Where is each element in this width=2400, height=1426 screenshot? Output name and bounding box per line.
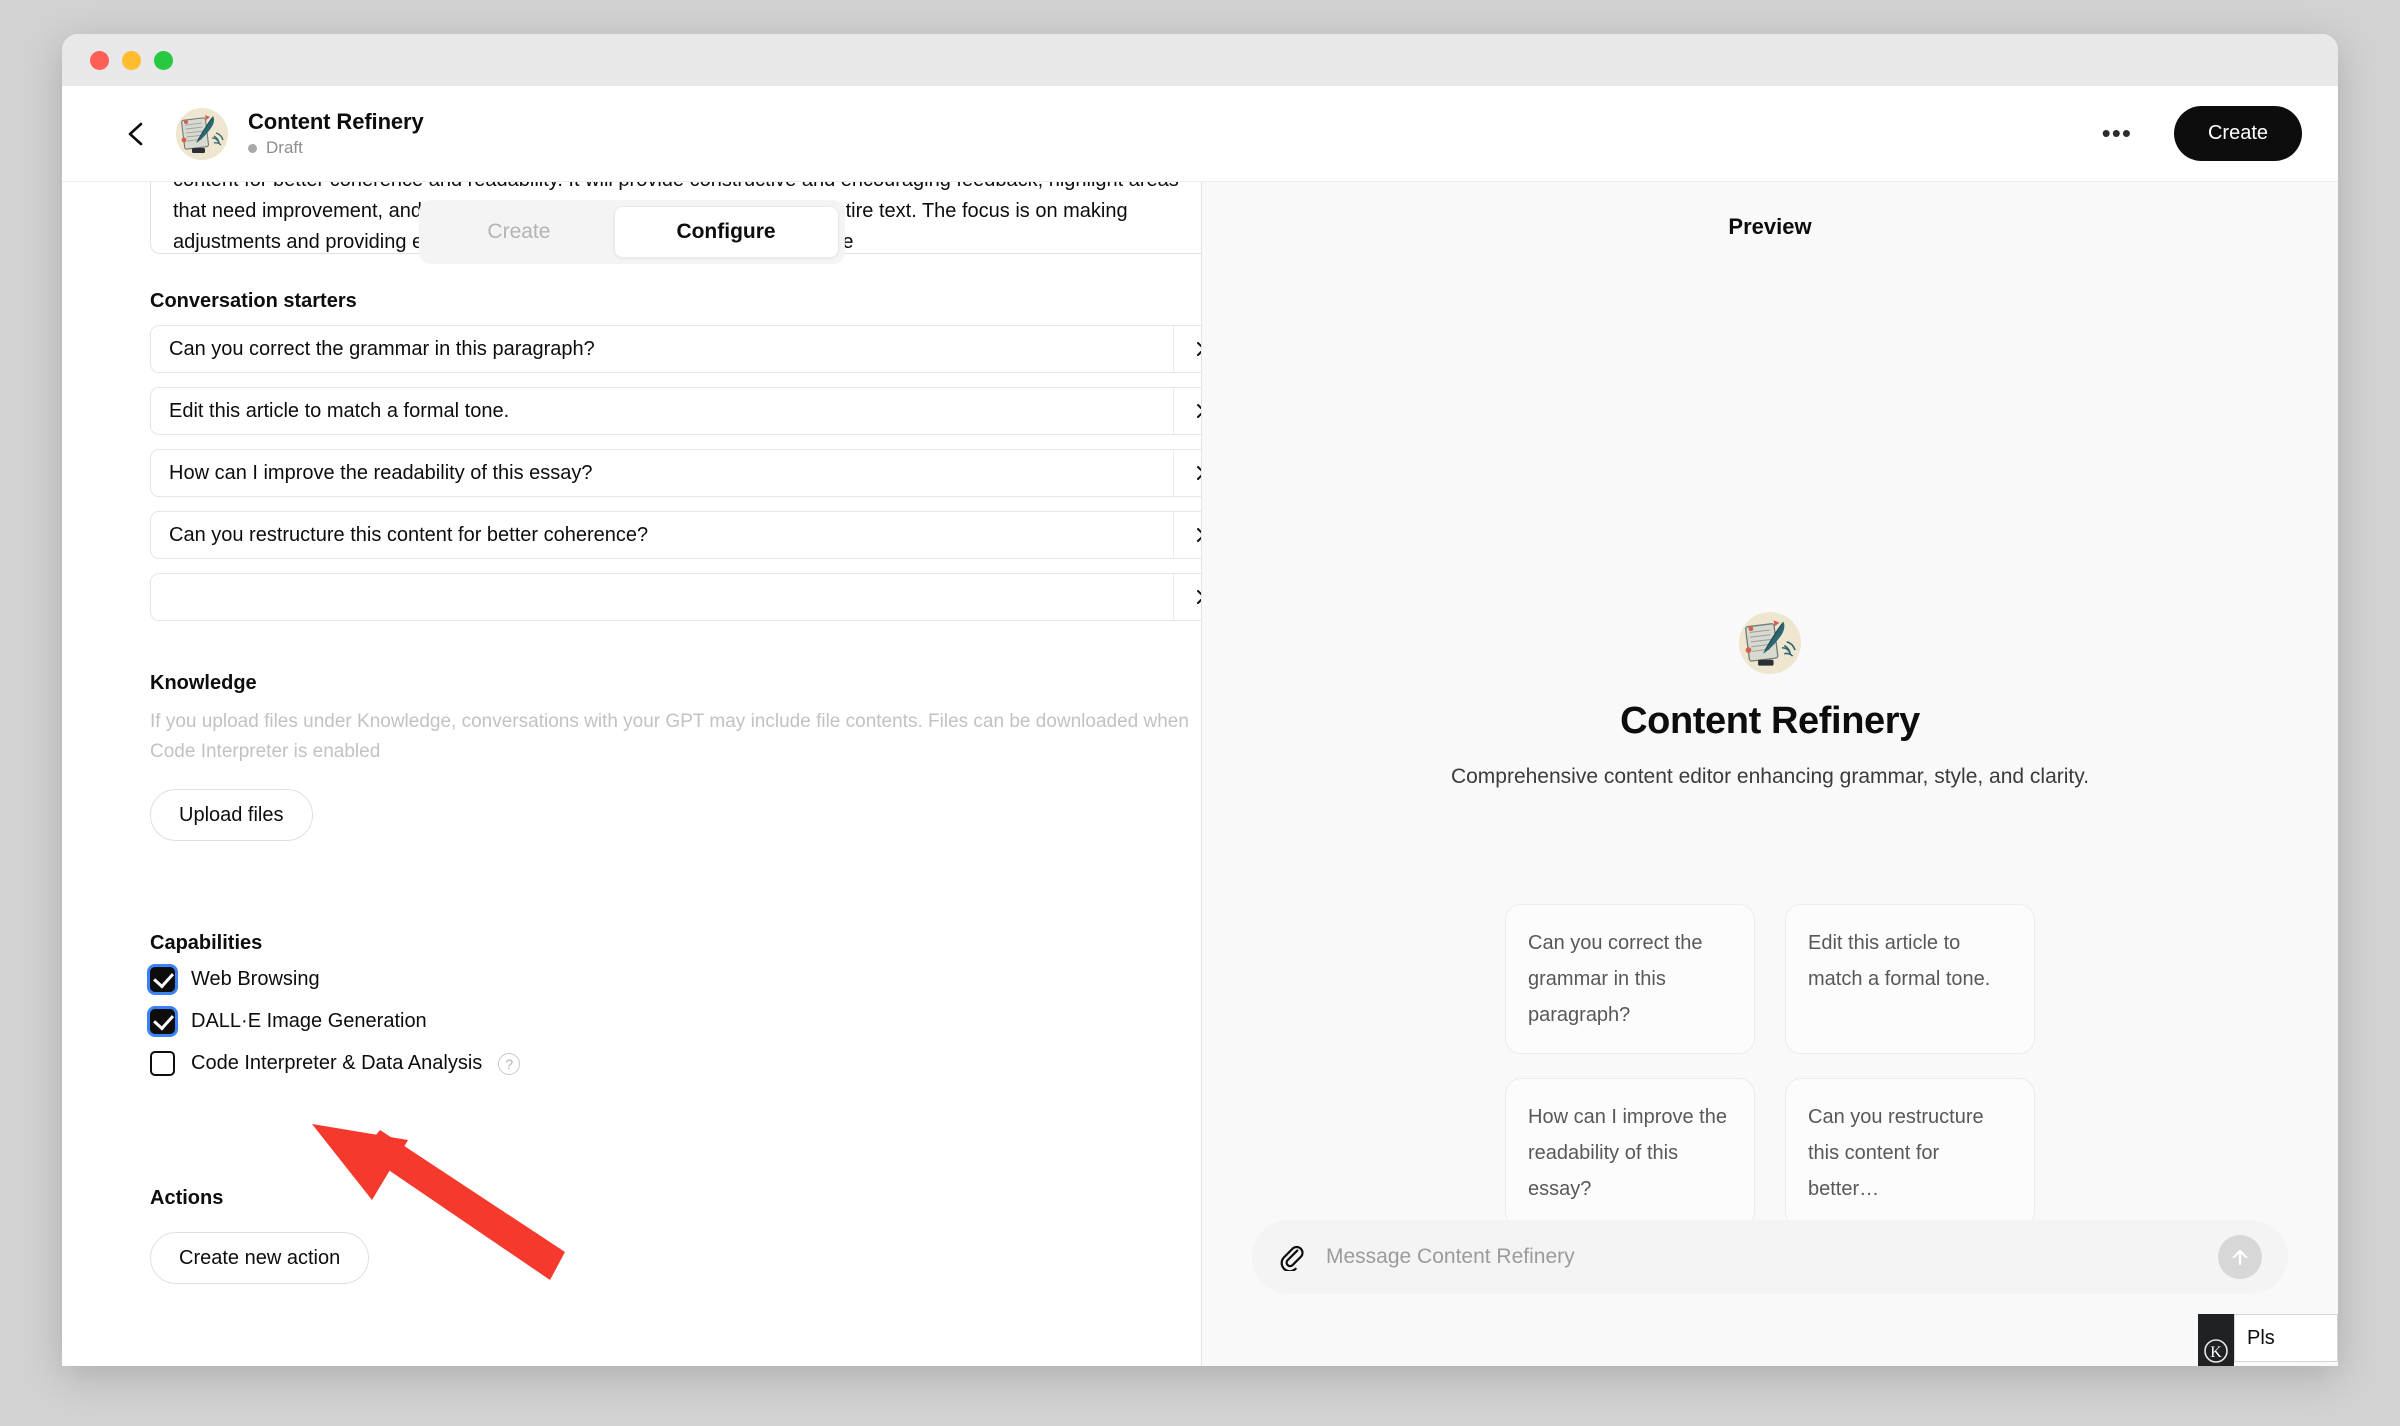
quill-and-paper-illustration-icon <box>1739 612 1801 674</box>
create-new-action-button[interactable]: Create new action <box>150 1232 370 1284</box>
knowledge-helper-text: If you upload files under Knowledge, con… <box>150 711 1189 762</box>
tab-create[interactable]: Create <box>424 206 613 258</box>
conversation-starter-row <box>150 387 1201 435</box>
k-circle-icon: K <box>2204 1339 2228 1363</box>
create-button[interactable]: Create <box>2173 106 2302 161</box>
send-button[interactable] <box>2218 1235 2262 1279</box>
remove-starter-button-2[interactable] <box>1173 388 1201 434</box>
window-titlebar <box>62 34 2338 86</box>
knowledge-section: Knowledge If you upload files under Know… <box>150 672 1201 841</box>
preview-suggestion-grid: Can you correct the grammar in this para… <box>1505 904 2035 1228</box>
preview-gpt-name: Content Refinery <box>1620 700 1920 742</box>
capability-row-dalle: DALL·E Image Generation <box>150 1009 1201 1034</box>
conversation-starter-row <box>150 325 1201 373</box>
conversation-starters-label: Conversation starters <box>150 290 357 312</box>
capabilities-label: Capabilities <box>150 932 263 954</box>
capability-label-code-interpreter: Code Interpreter & Data Analysis <box>191 1052 483 1074</box>
corner-text-box[interactable]: Pls <box>2234 1314 2338 1362</box>
corner-logo-icon: K <box>2198 1314 2234 1366</box>
actions-label: Actions <box>150 1187 224 1209</box>
quill-and-paper-illustration-icon <box>176 107 228 160</box>
configure-pane: Create Configure content for better cohe… <box>62 182 1202 1366</box>
mode-tab-group: Create Configure <box>418 200 845 264</box>
back-button[interactable] <box>120 117 154 151</box>
close-icon <box>1196 466 1201 480</box>
capabilities-section: Capabilities Web Browsing DALL·E Image G… <box>150 932 1201 1093</box>
app-window: Content Refinery Draft ••• Create Create… <box>62 34 2338 1366</box>
remove-starter-button-1[interactable] <box>1173 326 1201 372</box>
conversation-starter-input-1[interactable] <box>151 326 1173 372</box>
suggestion-card[interactable]: Can you correct the grammar in this para… <box>1505 904 1755 1054</box>
header-actions: ••• Create <box>2090 106 2302 161</box>
status-dot-icon <box>248 143 257 153</box>
status-label: Draft <box>266 138 303 157</box>
conversation-starter-row <box>150 511 1201 559</box>
main-split: Create Configure content for better cohe… <box>62 182 2338 1366</box>
knowledge-label: Knowledge <box>150 672 257 694</box>
upload-files-button[interactable]: Upload files <box>150 789 313 841</box>
suggestion-card[interactable]: Can you restructure this content for bet… <box>1785 1078 2035 1228</box>
maximize-window-button[interactable] <box>154 50 173 70</box>
chevron-left-icon <box>128 122 143 145</box>
checkbox-web-browsing[interactable] <box>150 967 175 992</box>
paperclip-icon[interactable] <box>1278 1243 1306 1271</box>
capability-row-web-browsing: Web Browsing <box>150 967 1201 992</box>
close-icon <box>1196 528 1201 542</box>
suggestion-card[interactable]: How can I improve the readability of thi… <box>1505 1078 1755 1228</box>
conversation-starter-input-5[interactable] <box>151 574 1173 620</box>
remove-starter-button-5[interactable] <box>1173 574 1201 620</box>
conversation-starter-input-2[interactable] <box>151 388 1173 434</box>
corner-widget[interactable]: K Pls <box>2198 1314 2338 1366</box>
svg-text:K: K <box>2210 1344 2222 1361</box>
arrow-up-icon <box>2232 1249 2248 1266</box>
close-icon <box>1196 342 1201 356</box>
conversation-starter-row <box>150 573 1201 621</box>
tab-configure[interactable]: Configure <box>613 206 839 258</box>
gpt-name: Content Refinery <box>248 109 424 134</box>
preview-title: Preview <box>1728 214 1812 239</box>
close-icon <box>1196 590 1201 604</box>
message-composer <box>1252 1220 2288 1294</box>
gpt-title-block: Content Refinery Draft <box>248 109 424 158</box>
checkbox-code-interpreter[interactable] <box>150 1051 175 1076</box>
checkbox-dalle-image-generation[interactable] <box>150 1009 175 1034</box>
conversation-starters-section: Conversation starters <box>150 290 1201 635</box>
help-icon[interactable]: ? <box>498 1052 521 1075</box>
conversation-starter-input-4[interactable] <box>151 512 1173 558</box>
close-icon <box>1196 404 1201 418</box>
gpt-avatar <box>176 107 228 160</box>
preview-gpt-description: Comprehensive content editor enhancing g… <box>1450 765 2090 788</box>
preview-pane: Preview Content Refinery Comprehensive c… <box>1202 182 2338 1366</box>
close-window-button[interactable] <box>90 50 109 70</box>
capability-label-dalle: DALL·E Image Generation <box>191 1010 427 1032</box>
capability-row-code-interpreter: Code Interpreter & Data Analysis ? <box>150 1051 1201 1076</box>
app-header: Content Refinery Draft ••• Create <box>62 86 2338 182</box>
more-options-button[interactable]: ••• <box>2090 120 2144 148</box>
remove-starter-button-3[interactable] <box>1173 450 1201 496</box>
conversation-starter-input-3[interactable] <box>151 450 1173 496</box>
preview-avatar <box>1739 612 1801 674</box>
minimize-window-button[interactable] <box>122 50 141 70</box>
remove-starter-button-4[interactable] <box>1173 512 1201 558</box>
message-input[interactable] <box>1306 1245 2218 1269</box>
status-badge: Draft <box>248 138 424 158</box>
conversation-starter-row <box>150 449 1201 497</box>
suggestion-card[interactable]: Edit this article to match a formal tone… <box>1785 904 2035 1054</box>
preview-gpt-intro: Content Refinery Comprehensive content e… <box>1202 612 2338 789</box>
capability-label-web-browsing: Web Browsing <box>191 968 320 990</box>
actions-section: Actions Create new action <box>150 1187 1201 1284</box>
